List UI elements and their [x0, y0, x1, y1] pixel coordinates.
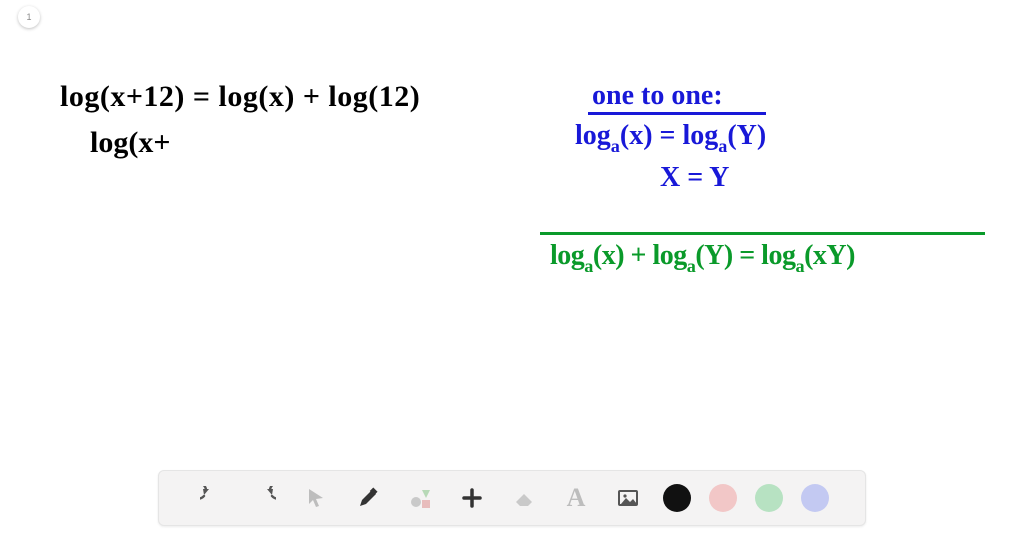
- equation-line-1: log(x+12) = log(x) + log(12): [60, 80, 420, 114]
- image-icon: [616, 486, 640, 510]
- image-tool-button[interactable]: [611, 481, 645, 515]
- undo-icon: [200, 486, 224, 510]
- pointer-tool-button[interactable]: [299, 481, 333, 515]
- redo-button[interactable]: [247, 481, 281, 515]
- pen-icon: [356, 486, 380, 510]
- color-swatch-black[interactable]: [663, 484, 691, 512]
- color-swatch-red[interactable]: [709, 484, 737, 512]
- page-number-badge: 1: [18, 6, 40, 28]
- divider-stroke: [540, 232, 985, 235]
- eraser-icon: [512, 486, 536, 510]
- text-tool-button[interactable]: A: [559, 481, 593, 515]
- color-swatch-green[interactable]: [755, 484, 783, 512]
- underline-stroke: [588, 112, 766, 115]
- shapes-icon: [408, 486, 432, 510]
- whiteboard-canvas[interactable]: 1 log(x+12) = log(x) + log(12) log(x+ on…: [0, 0, 1024, 538]
- note-heading-one-to-one: one to one:: [592, 80, 723, 112]
- shapes-tool-button[interactable]: [403, 481, 437, 515]
- drawing-toolbar: A: [158, 470, 866, 526]
- pen-tool-button[interactable]: [351, 481, 385, 515]
- undo-button[interactable]: [195, 481, 229, 515]
- note-eq-log-sum-rule: loga(x) + loga(Y) = loga(xY): [550, 240, 855, 276]
- note-eq-loga-x-eq-loga-y: loga(x) = loga(Y): [575, 120, 766, 156]
- add-button[interactable]: [455, 481, 489, 515]
- eraser-tool-button[interactable]: [507, 481, 541, 515]
- color-swatch-blue[interactable]: [801, 484, 829, 512]
- pointer-icon: [304, 486, 328, 510]
- plus-icon: [460, 486, 484, 510]
- note-eq-x-eq-y: X = Y: [660, 162, 729, 194]
- equation-line-2: log(x+: [90, 126, 170, 160]
- text-tool-icon: A: [567, 483, 586, 513]
- redo-icon: [252, 486, 276, 510]
